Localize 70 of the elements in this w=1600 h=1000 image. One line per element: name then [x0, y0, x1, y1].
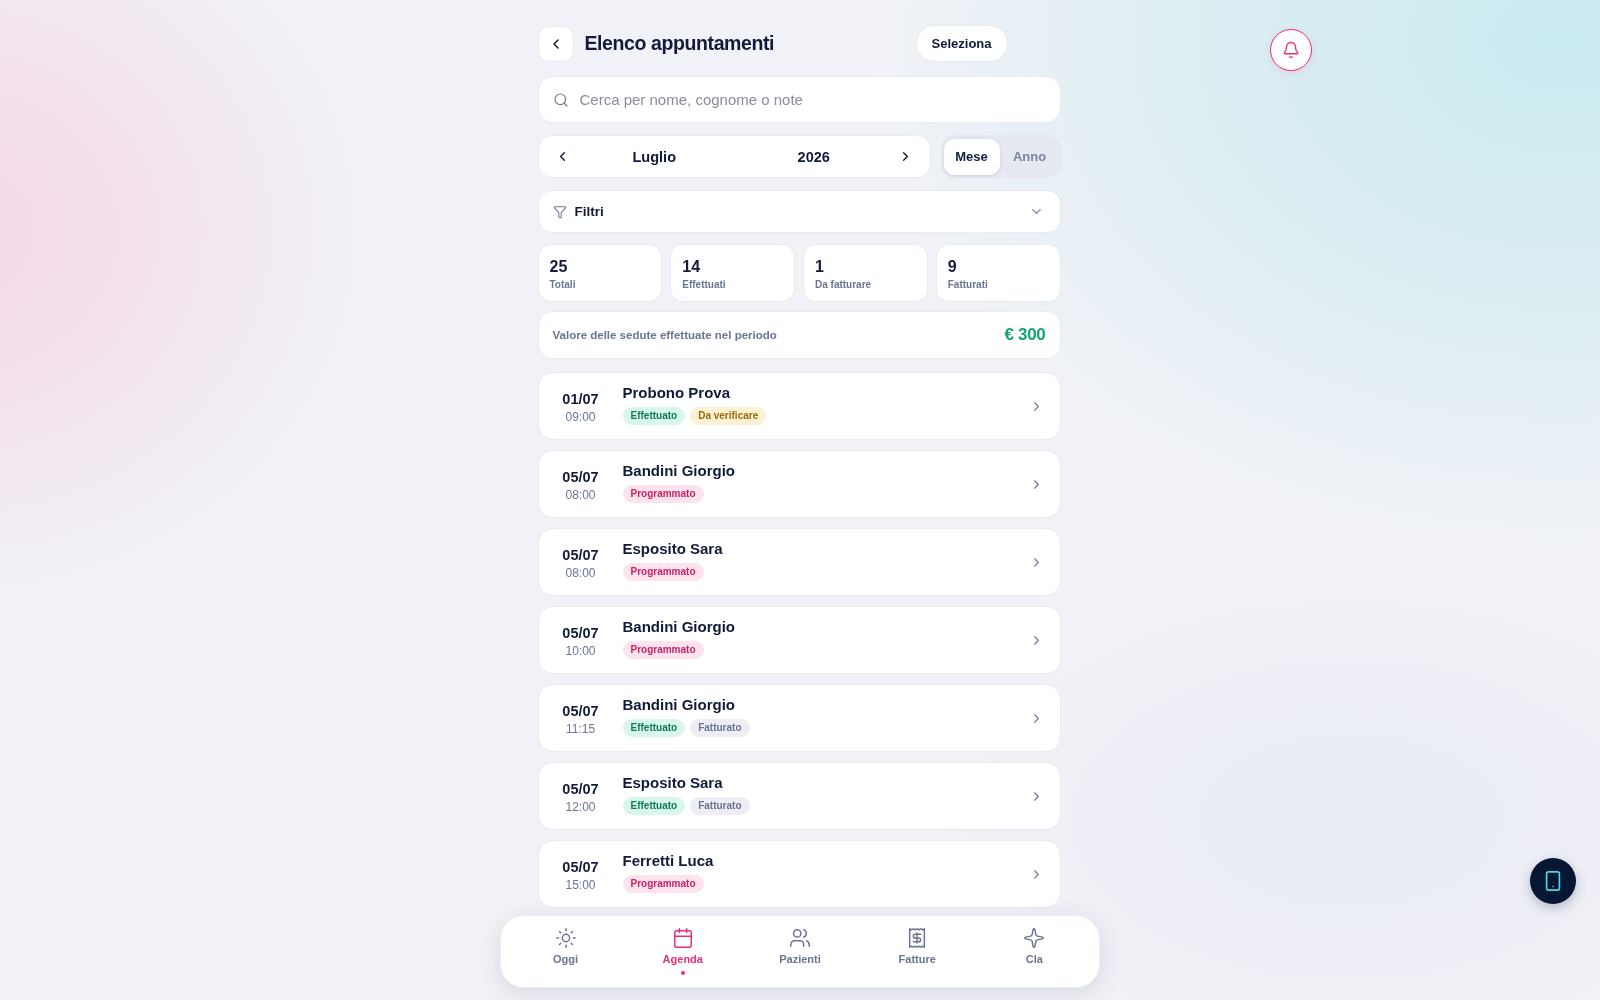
appointment-time: 09:00 [565, 409, 596, 424]
status-tag: Programmato [622, 484, 704, 503]
nav-tab[interactable]: Oggi [507, 916, 625, 987]
search-field[interactable]: Cerca per nome, cognome o note [537, 76, 1061, 123]
search-icon [552, 91, 569, 108]
appointment-card[interactable]: 05/07 12:00 Esposito Sara Effettuato Fatturato [537, 762, 1061, 830]
patient-name: Esposito Sara [622, 773, 724, 791]
filters-button[interactable]: Filtri [537, 190, 1061, 233]
patient-name: Bandini Giorgio [622, 695, 736, 713]
appointment-date: 05/07 [562, 624, 599, 641]
users-icon [789, 927, 811, 949]
status-tag: Da verificare [690, 406, 767, 425]
select-button[interactable]: Seleziona [915, 25, 1008, 62]
status-tag: Programmato [622, 562, 704, 581]
stat-label: Fatturati [947, 279, 989, 290]
appointment-card[interactable]: 01/07 09:00 Probono Prova Effettuato Da verificare [537, 372, 1061, 440]
status-tag: Fatturato [690, 718, 750, 737]
summary-label: Valore delle sedute effettuate nel periodo [552, 329, 777, 341]
year-label: 2026 [796, 148, 831, 165]
stat-value: 25 [549, 257, 569, 276]
sparkle-icon [1023, 927, 1046, 949]
sun-icon [554, 927, 577, 949]
status-tag: Fatturato [690, 796, 750, 815]
appointment-time: 08:00 [565, 487, 596, 502]
page-title: Elenco appuntamenti [584, 32, 776, 55]
nav-tab[interactable]: Fatture [858, 916, 976, 987]
bell-icon [1282, 41, 1300, 59]
calendar-icon [671, 927, 694, 949]
appointment-card[interactable]: 05/07 15:00 Ferretti Luca Programmato [537, 840, 1061, 908]
stat-label: Da fatturare [815, 279, 873, 290]
appointment-date: 05/07 [562, 780, 599, 797]
appointment-date: 05/07 [562, 702, 599, 719]
appointment-date: 05/07 [562, 546, 599, 563]
stat-value: 1 [815, 257, 825, 276]
appointment-time: 10:00 [565, 643, 596, 658]
device-button[interactable] [1530, 858, 1576, 904]
stat-label: Effettuati [682, 279, 727, 290]
nav-tab[interactable]: Agenda [624, 916, 742, 987]
patient-name: Bandini Giorgio [622, 461, 736, 479]
appointment-date: 01/07 [562, 390, 599, 407]
appointment-card[interactable]: 05/07 11:15 Bandini Giorgio Effettuato Fatturato [537, 684, 1061, 752]
month-label: Luglio [631, 148, 677, 165]
appointment-time: 15:00 [565, 877, 596, 892]
appointment-card[interactable]: 05/07 10:00 Bandini Giorgio Programmato [537, 606, 1061, 674]
stat-value: 9 [947, 257, 958, 276]
patient-name: Esposito Sara [622, 539, 724, 557]
appointment-date: 05/07 [562, 468, 599, 485]
nav-tab[interactable]: Cla [975, 916, 1093, 987]
appointment-date: 05/07 [562, 858, 599, 875]
active-dot-icon [680, 971, 685, 975]
summary-amount: € 300 [1004, 325, 1046, 345]
notification-button[interactable] [1270, 29, 1312, 71]
stat-value: 14 [682, 257, 702, 276]
mode-tab[interactable]: Mese [943, 138, 1000, 175]
status-tag: Effettuato [622, 406, 686, 425]
appointment-time: 12:00 [565, 799, 596, 814]
patient-name: Ferretti Luca [622, 851, 715, 869]
appointment-time: 08:00 [565, 565, 596, 580]
nav-tab[interactable]: Pazienti [741, 916, 859, 987]
status-tag: Effettuato [622, 718, 686, 737]
patient-name: Probono Prova [622, 383, 731, 401]
appointment-card[interactable]: 05/07 08:00 Bandini Giorgio Programmato [537, 450, 1061, 518]
patient-name: Bandini Giorgio [622, 617, 736, 635]
status-tag: Programmato [622, 874, 704, 893]
appointment-time: 11:15 [565, 721, 596, 736]
status-tag: Effettuato [622, 796, 686, 815]
stat-label: Totali [549, 279, 577, 290]
funnel-icon [552, 204, 567, 219]
status-tag: Programmato [622, 640, 704, 659]
appointment-card[interactable]: 05/07 08:00 Esposito Sara Programmato [537, 528, 1061, 596]
